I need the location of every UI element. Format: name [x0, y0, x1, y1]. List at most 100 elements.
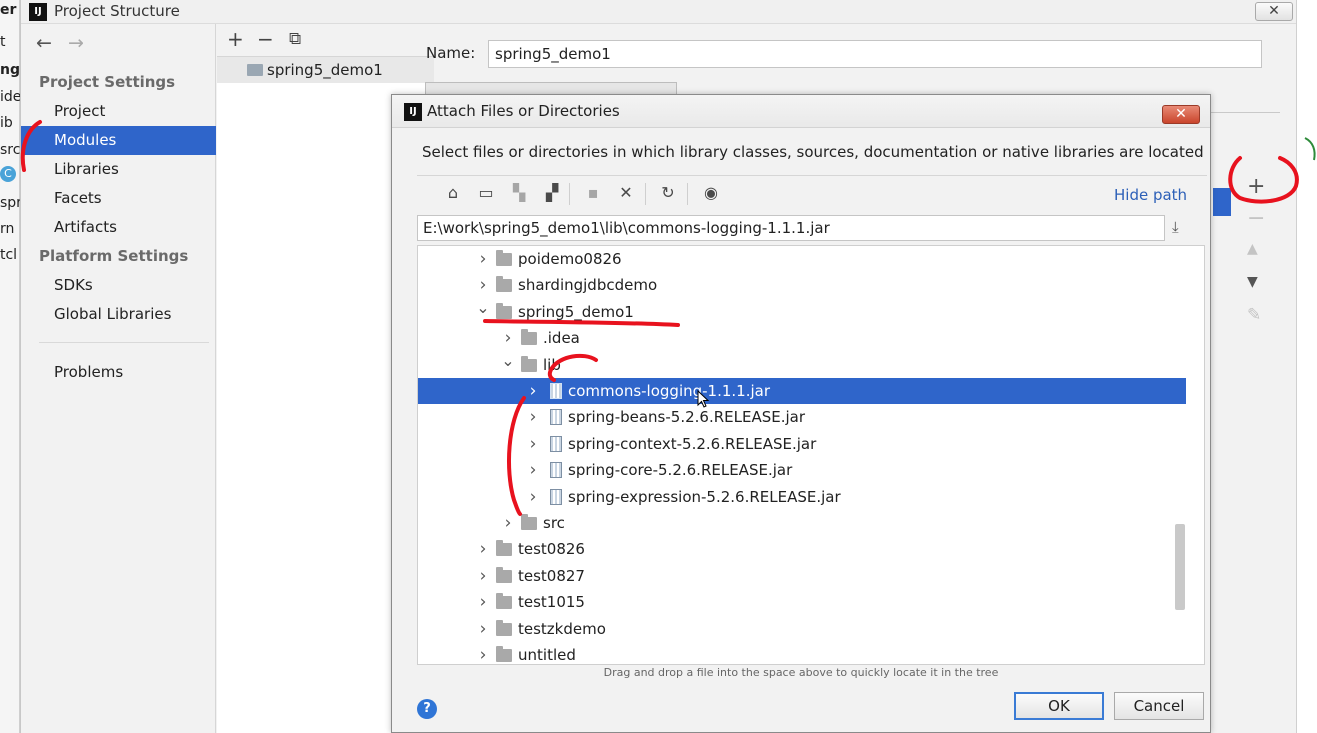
back-arrow-icon[interactable]: ←	[36, 32, 52, 54]
tree-row[interactable]: › spring-context-5.2.6.RELEASE.jar	[418, 431, 1186, 457]
nav-item-modules[interactable]: Modules	[21, 126, 216, 155]
chevron-down-icon[interactable]: ⌄	[501, 348, 515, 374]
toolbar-divider	[687, 183, 688, 205]
jar-file-icon	[550, 409, 562, 426]
edge-text: tcl	[0, 247, 18, 263]
show-hidden-icon[interactable]: ◉	[700, 183, 722, 202]
tree-row[interactable]: › src	[418, 510, 1186, 536]
toolbar-divider	[645, 183, 646, 205]
nav-item-libraries[interactable]: Libraries	[21, 155, 216, 184]
chevron-right-icon[interactable]: ›	[526, 404, 540, 430]
edge-text: er	[0, 2, 17, 18]
chevron-right-icon[interactable]: ›	[476, 589, 490, 615]
move-down-icon[interactable]: ▼	[1247, 274, 1258, 290]
chevron-right-icon[interactable]: ›	[501, 325, 515, 351]
edge-text: rn	[0, 221, 15, 237]
chevron-right-icon[interactable]: ›	[476, 536, 490, 562]
dialog-titlebar: IJ Attach Files or Directories ✕	[392, 95, 1210, 128]
tree-row[interactable]: › commons-logging-1.1.1.jar	[418, 378, 1186, 404]
module-name-field[interactable]: spring5_demo1	[488, 40, 1262, 68]
folder-icon	[496, 566, 512, 583]
download-icon[interactable]: ⤓	[1172, 218, 1179, 236]
tree-row[interactable]: › testzkdemo	[418, 616, 1186, 642]
module-list-item[interactable]: spring5_demo1	[217, 57, 434, 83]
home-icon[interactable]: ⌂	[442, 183, 464, 202]
module-toolbar: + − ⧉	[217, 24, 434, 57]
remove-dependency-icon[interactable]: −	[1247, 206, 1265, 231]
tree-row-label: lib	[543, 355, 561, 374]
screen: er t ng ide ib src C spr rn tcl IJ Proje…	[0, 0, 1317, 733]
chevron-right-icon[interactable]: ›	[526, 457, 540, 483]
nav-item-artifacts[interactable]: Artifacts	[21, 213, 216, 242]
attach-files-dialog: IJ Attach Files or Directories ✕ Select …	[391, 94, 1211, 733]
tree-row[interactable]: › shardingjdbcdemo	[418, 272, 1186, 298]
remove-module-icon[interactable]: −	[257, 27, 274, 51]
tree-row-label: test0826	[518, 540, 585, 559]
tree-row-label: test0827	[518, 566, 585, 585]
tree-row[interactable]: › test0827	[418, 563, 1186, 589]
tree-row[interactable]: › test1015	[418, 589, 1186, 615]
chevron-right-icon[interactable]: ›	[476, 272, 490, 298]
edge-text: spr	[0, 195, 20, 211]
tree-row[interactable]: ⌄ lib	[418, 351, 1186, 378]
nav-item-facets[interactable]: Facets	[21, 184, 216, 213]
jar-file-icon	[550, 462, 562, 479]
module-folder-icon	[247, 64, 263, 76]
file-tree[interactable]: › untitled › testzkdemo › test1015 › test0827 › t…	[417, 245, 1205, 665]
edit-icon[interactable]: ✎	[1247, 305, 1261, 325]
move-up-icon[interactable]: ▲	[1247, 241, 1258, 257]
path-input[interactable]: E:\work\spring5_demo1\lib\commons-loggin…	[417, 215, 1165, 241]
cancel-button[interactable]: Cancel	[1114, 692, 1204, 720]
nav-item-project[interactable]: Project	[21, 97, 216, 126]
chevron-right-icon[interactable]: ›	[476, 563, 490, 589]
tree-row[interactable]: › spring-beans-5.2.6.RELEASE.jar	[418, 404, 1186, 430]
ok-button[interactable]: OK	[1014, 692, 1104, 720]
desktop-icon[interactable]: ▭	[475, 183, 497, 202]
tree-row-label: spring-beans-5.2.6.RELEASE.jar	[568, 408, 806, 427]
chevron-right-icon[interactable]: ›	[501, 510, 515, 536]
tree-row[interactable]: › .idea	[418, 325, 1186, 351]
tree-row-label: shardingjdbcdemo	[518, 276, 658, 295]
chevron-right-icon[interactable]: ›	[476, 616, 490, 642]
tree-row[interactable]: › poidemo0826	[418, 246, 1186, 272]
nav-item-global-libraries[interactable]: Global Libraries	[21, 300, 216, 329]
tree-row[interactable]: › test0826	[418, 536, 1186, 562]
copy-module-icon[interactable]: ⧉	[289, 29, 301, 49]
edge-text: ib	[0, 115, 13, 131]
chevron-right-icon[interactable]: ›	[476, 246, 490, 272]
folder-icon	[496, 276, 512, 293]
folder-icon	[496, 540, 512, 557]
forward-arrow-icon[interactable]: →	[68, 32, 84, 54]
delete-icon[interactable]: ✕	[615, 183, 637, 202]
window-title: Project Structure	[54, 2, 180, 20]
chevron-right-icon[interactable]: ›	[526, 431, 540, 457]
chevron-down-icon[interactable]: ⌄	[476, 295, 490, 321]
chevron-right-icon[interactable]: ›	[526, 378, 540, 404]
tree-row[interactable]: ⌄ spring5_demo1	[418, 298, 1186, 325]
nav-item-sdks[interactable]: SDKs	[21, 271, 216, 300]
help-icon[interactable]: ?	[417, 699, 437, 719]
dialog-title: Attach Files or Directories	[427, 102, 620, 120]
chevron-right-icon[interactable]: ›	[526, 484, 540, 510]
tree-row[interactable]: › spring-core-5.2.6.RELEASE.jar	[418, 457, 1186, 483]
project-folder-icon[interactable]: ▚	[508, 183, 530, 202]
window-close-button[interactable]: ✕	[1255, 2, 1293, 21]
add-module-icon[interactable]: +	[227, 27, 244, 51]
drag-drop-hint: Drag and drop a file into the space abov…	[603, 666, 999, 679]
dialog-divider	[417, 175, 1207, 176]
tree-row-label: spring-expression-5.2.6.RELEASE.jar	[568, 487, 841, 506]
refresh-icon[interactable]: ↻	[657, 183, 679, 202]
hide-path-link[interactable]: Hide path	[1114, 186, 1187, 204]
edge-text: src	[0, 142, 20, 158]
module-folder-icon[interactable]: ▞	[541, 183, 563, 202]
tree-row[interactable]: › untitled	[418, 642, 1186, 664]
dialog-close-button[interactable]: ✕	[1162, 105, 1200, 124]
tree-row-label: spring5_demo1	[518, 302, 634, 321]
add-dependency-icon[interactable]: +	[1247, 174, 1265, 199]
tree-scrollbar[interactable]	[1175, 524, 1185, 610]
nav-item-problems[interactable]: Problems	[21, 358, 216, 387]
tree-row[interactable]: › spring-expression-5.2.6.RELEASE.jar	[418, 484, 1186, 510]
chevron-right-icon[interactable]: ›	[476, 642, 490, 664]
new-folder-icon[interactable]: ▪	[582, 183, 604, 202]
nav-divider	[39, 342, 209, 343]
